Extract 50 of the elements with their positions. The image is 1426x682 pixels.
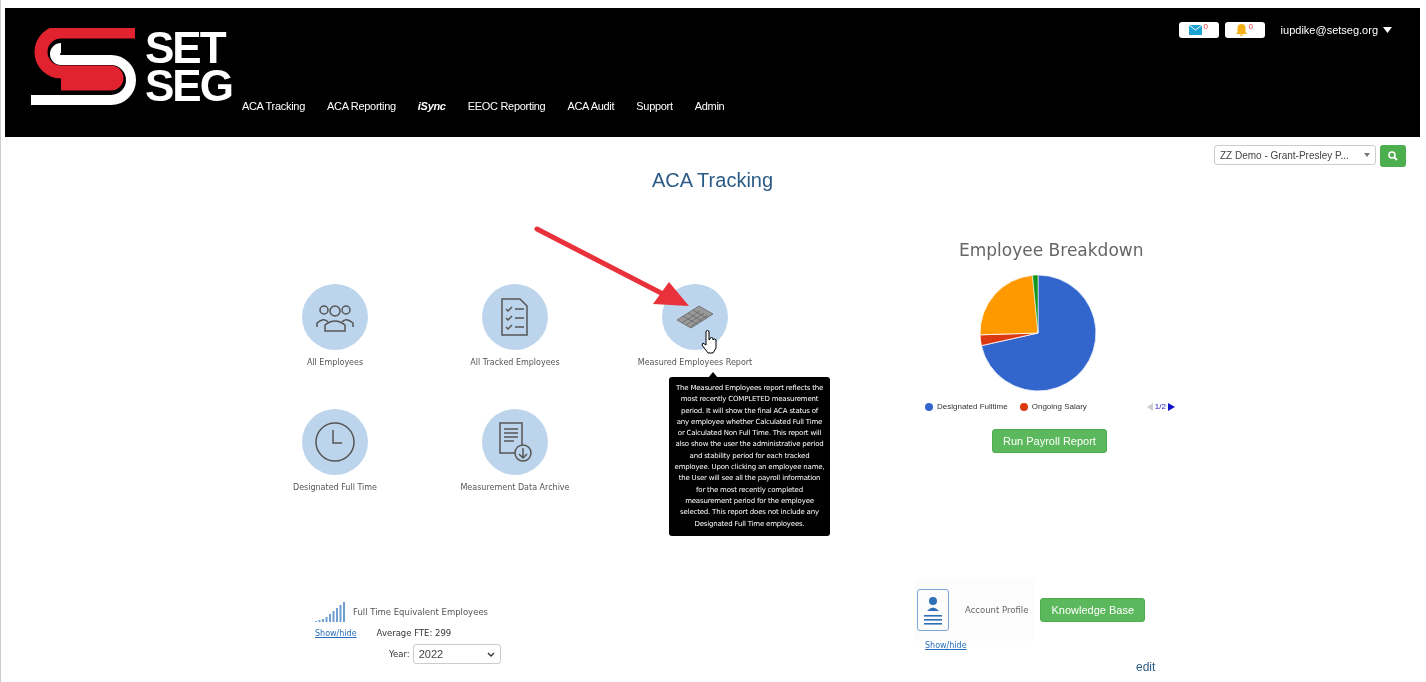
edit-link[interactable]: edit	[1136, 660, 1156, 674]
page-title: ACA Tracking	[650, 169, 775, 192]
bar-graph-icon	[315, 602, 347, 622]
user-menu[interactable]: iupdike@setseg.org	[1280, 24, 1392, 36]
show-hide-link[interactable]: Show/hide	[925, 641, 967, 650]
show-hide-link[interactable]: Show/hide	[315, 628, 357, 638]
caret-icon	[1383, 27, 1392, 33]
nav-link[interactable]: ACA Audit	[567, 100, 615, 112]
average-fte: Average FTE: 299	[376, 628, 452, 638]
chevron-icon	[486, 651, 495, 657]
bell-icon	[1236, 24, 1248, 36]
legend-label: Designated Fulltime	[937, 402, 1008, 411]
alerts-button[interactable]: 0	[1224, 22, 1265, 38]
caret-icon	[1364, 153, 1370, 157]
people-icon	[315, 302, 355, 332]
next-icon[interactable]	[1168, 402, 1175, 411]
section-title: Full Time Equivalent Employees	[353, 607, 489, 617]
nav-link[interactable]: Admin	[694, 100, 725, 112]
page-indicator: 1/2	[1154, 402, 1166, 411]
hand-cursor-icon	[701, 330, 719, 354]
messages-button[interactable]: 0	[1178, 22, 1219, 38]
logo-text: SET	[145, 29, 226, 67]
clock-icon	[313, 420, 357, 464]
company-select[interactable]: ZZ Demo - Grant-Presley P...	[1214, 145, 1376, 165]
nav-link[interactable]: ACA Reporting	[326, 100, 396, 112]
tile-label[interactable]: Measurement Data Archive	[460, 483, 570, 492]
year-label: Year:	[389, 649, 410, 659]
chart-title: Employee Breakdown	[959, 240, 1144, 260]
mail-icon	[1189, 25, 1203, 35]
message-count: 0	[1203, 22, 1208, 31]
nav-link[interactable]: ACA Tracking	[241, 100, 305, 112]
legend-label: Ongoing Salary	[1031, 402, 1087, 411]
account-profile-label: Account Profile	[965, 605, 1029, 615]
nav-link[interactable]: Support	[636, 100, 673, 112]
nav-link[interactable]: iSync	[417, 100, 446, 112]
checklist-icon	[500, 297, 530, 337]
search-button[interactable]	[1380, 145, 1406, 167]
tile-label[interactable]: Measured Employees Report	[637, 358, 753, 367]
tile-label[interactable]: All Tracked Employees	[470, 358, 560, 367]
profile-icon	[923, 595, 943, 625]
tile-label[interactable]: Designated Full Time	[293, 483, 377, 492]
tooltip-pointer	[708, 372, 718, 378]
nav-link[interactable]: EEOC Reporting	[467, 100, 546, 112]
document-download-icon	[497, 421, 533, 463]
alert-count: 0	[1248, 22, 1253, 31]
year-select[interactable]: 2022	[412, 644, 501, 664]
keypad-icon	[675, 304, 715, 330]
logo-text: SEG	[145, 67, 232, 105]
tile-label[interactable]: All Employees	[306, 358, 364, 367]
search-icon	[1388, 151, 1398, 161]
